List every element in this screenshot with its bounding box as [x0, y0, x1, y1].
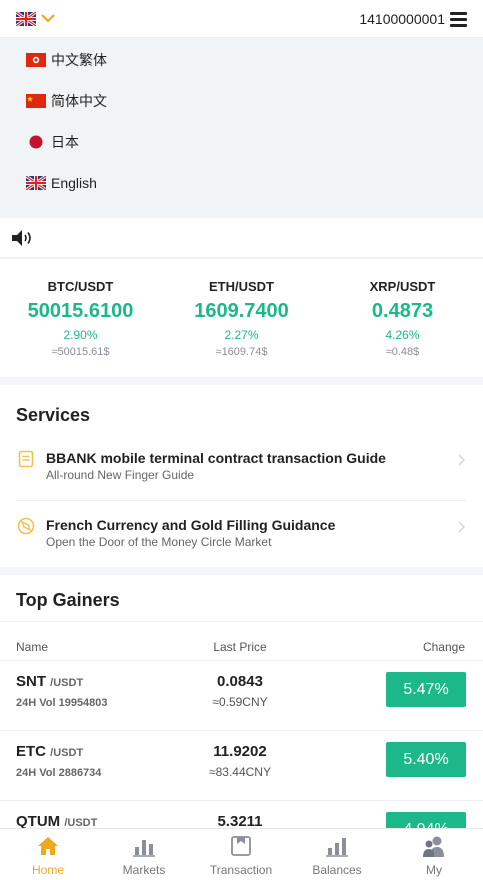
ticker-btc[interactable]: BTC/USDT 50015.6100 2.90% ≈50015.61$ [0, 259, 161, 358]
top-bar: 14100000001 [0, 0, 483, 38]
ticker-price: 0.4873 [371, 300, 434, 322]
column-header-last-price: Last Price [213, 640, 267, 654]
ticker-pair: BTC/USDT [47, 279, 114, 294]
row-cny-price: ≈83.44CNY [209, 765, 271, 779]
ticker-approx: ≈50015.61$ [51, 346, 110, 358]
ticker-price: 50015.6100 [27, 300, 134, 322]
row-volume: 24H Vol 19954803 [16, 697, 108, 709]
china-flag-icon [26, 94, 46, 108]
row-change-badge[interactable]: 5.47% [386, 672, 466, 707]
uk-flag-icon [26, 176, 46, 190]
markets-icon [133, 840, 155, 857]
column-header-name: Name [16, 640, 49, 654]
ticker-change: 2.90% [63, 328, 98, 342]
compass-icon [17, 517, 35, 535]
language-item-english[interactable]: English [26, 173, 97, 193]
nav-my[interactable]: My [386, 829, 482, 880]
ticker-change: 2.27% [224, 328, 259, 342]
uk-flag-icon[interactable] [16, 12, 36, 26]
chevron-right-icon [458, 454, 466, 466]
row-symbol: SNT /USDT [16, 673, 84, 690]
table-row[interactable]: ETC /USDT 24H Vol 2886734 11.9202 ≈83.44… [0, 730, 483, 800]
ticker-xrp[interactable]: XRP/USDT 0.4873 4.26% ≈0.48$ [322, 259, 483, 358]
language-label: English [51, 175, 97, 191]
notice-bar[interactable] [0, 218, 483, 258]
ticker-price: 1609.7400 [194, 300, 289, 322]
language-item-simplified-chinese[interactable]: 简体中文 [26, 91, 107, 111]
nav-label: Transaction [209, 863, 273, 877]
service-subtitle: Open the Door of the Money Circle Market [46, 535, 272, 549]
balances-icon [326, 838, 348, 857]
row-symbol: ETC /USDT [16, 743, 84, 760]
divider [16, 500, 466, 501]
nav-label: Home [31, 863, 64, 877]
service-title: French Currency and Gold Filling Guidanc… [46, 517, 336, 533]
language-item-japanese[interactable]: 日本 [26, 132, 79, 152]
language-label: 日本 [51, 134, 79, 150]
service-subtitle: All-round New Finger Guide [46, 468, 195, 482]
row-last-price: 0.0843 [217, 673, 263, 690]
services-title: Services [16, 405, 91, 425]
ticker-panel: BTC/USDT 50015.6100 2.90% ≈50015.61$ ETH… [0, 259, 483, 377]
nav-home[interactable]: Home [0, 829, 96, 880]
chevron-down-icon[interactable] [40, 10, 56, 26]
language-label: 中文繁体 [51, 52, 107, 68]
top-gainers-title: Top Gainers [16, 590, 120, 610]
row-cny-price: ≈0.59CNY [212, 695, 268, 709]
ticker-approx: ≈0.48$ [385, 346, 420, 358]
language-label: 简体中文 [51, 93, 107, 109]
nav-label: Markets [122, 863, 166, 877]
hamburger-menu-icon[interactable] [450, 12, 467, 27]
service-item-currency-gold-guide[interactable]: French Currency and Gold Filling Guidanc… [16, 516, 466, 582]
document-icon [18, 450, 34, 468]
nav-markets[interactable]: Markets [96, 829, 192, 880]
ticker-eth[interactable]: ETH/USDT 1609.7400 2.27% ≈1609.74$ [161, 259, 322, 358]
service-item-contract-guide[interactable]: BBANK mobile terminal contract transacti… [16, 449, 466, 515]
bottom-navigation: Home Markets Transaction Balances My [0, 828, 483, 880]
ticker-change: 4.26% [385, 328, 420, 342]
row-last-price: 11.9202 [213, 743, 267, 760]
nav-balances[interactable]: Balances [289, 829, 385, 880]
services-section: Services BBANK mobile terminal contract … [0, 385, 483, 567]
service-title: BBANK mobile terminal contract transacti… [46, 450, 386, 466]
home-icon [38, 837, 58, 855]
user-icon [423, 836, 444, 857]
row-change-badge[interactable]: 5.40% [386, 742, 466, 777]
language-list: 中文繁体 简体中文 日本 English [0, 38, 483, 218]
language-item-traditional-chinese[interactable]: 中文繁体 [26, 50, 107, 70]
ticker-pair: XRP/USDT [369, 279, 436, 294]
transaction-icon [231, 836, 251, 856]
japan-flag-icon [29, 135, 43, 149]
table-row[interactable]: SNT /USDT 24H Vol 19954803 0.0843 ≈0.59C… [0, 660, 483, 730]
ticker-approx: ≈1609.74$ [215, 346, 268, 358]
ticker-pair: ETH/USDT [209, 279, 274, 294]
account-phone: 14100000001 [359, 11, 445, 27]
row-volume: 24H Vol 2886734 [16, 767, 102, 779]
speaker-icon [12, 230, 31, 246]
divider [0, 621, 483, 622]
chevron-right-icon [458, 521, 466, 533]
hongkong-flag-icon [26, 53, 46, 67]
nav-transaction[interactable]: Transaction [193, 829, 289, 880]
nav-label: My [426, 863, 442, 877]
column-header-change: Change [422, 640, 465, 654]
nav-label: Balances [312, 863, 362, 877]
